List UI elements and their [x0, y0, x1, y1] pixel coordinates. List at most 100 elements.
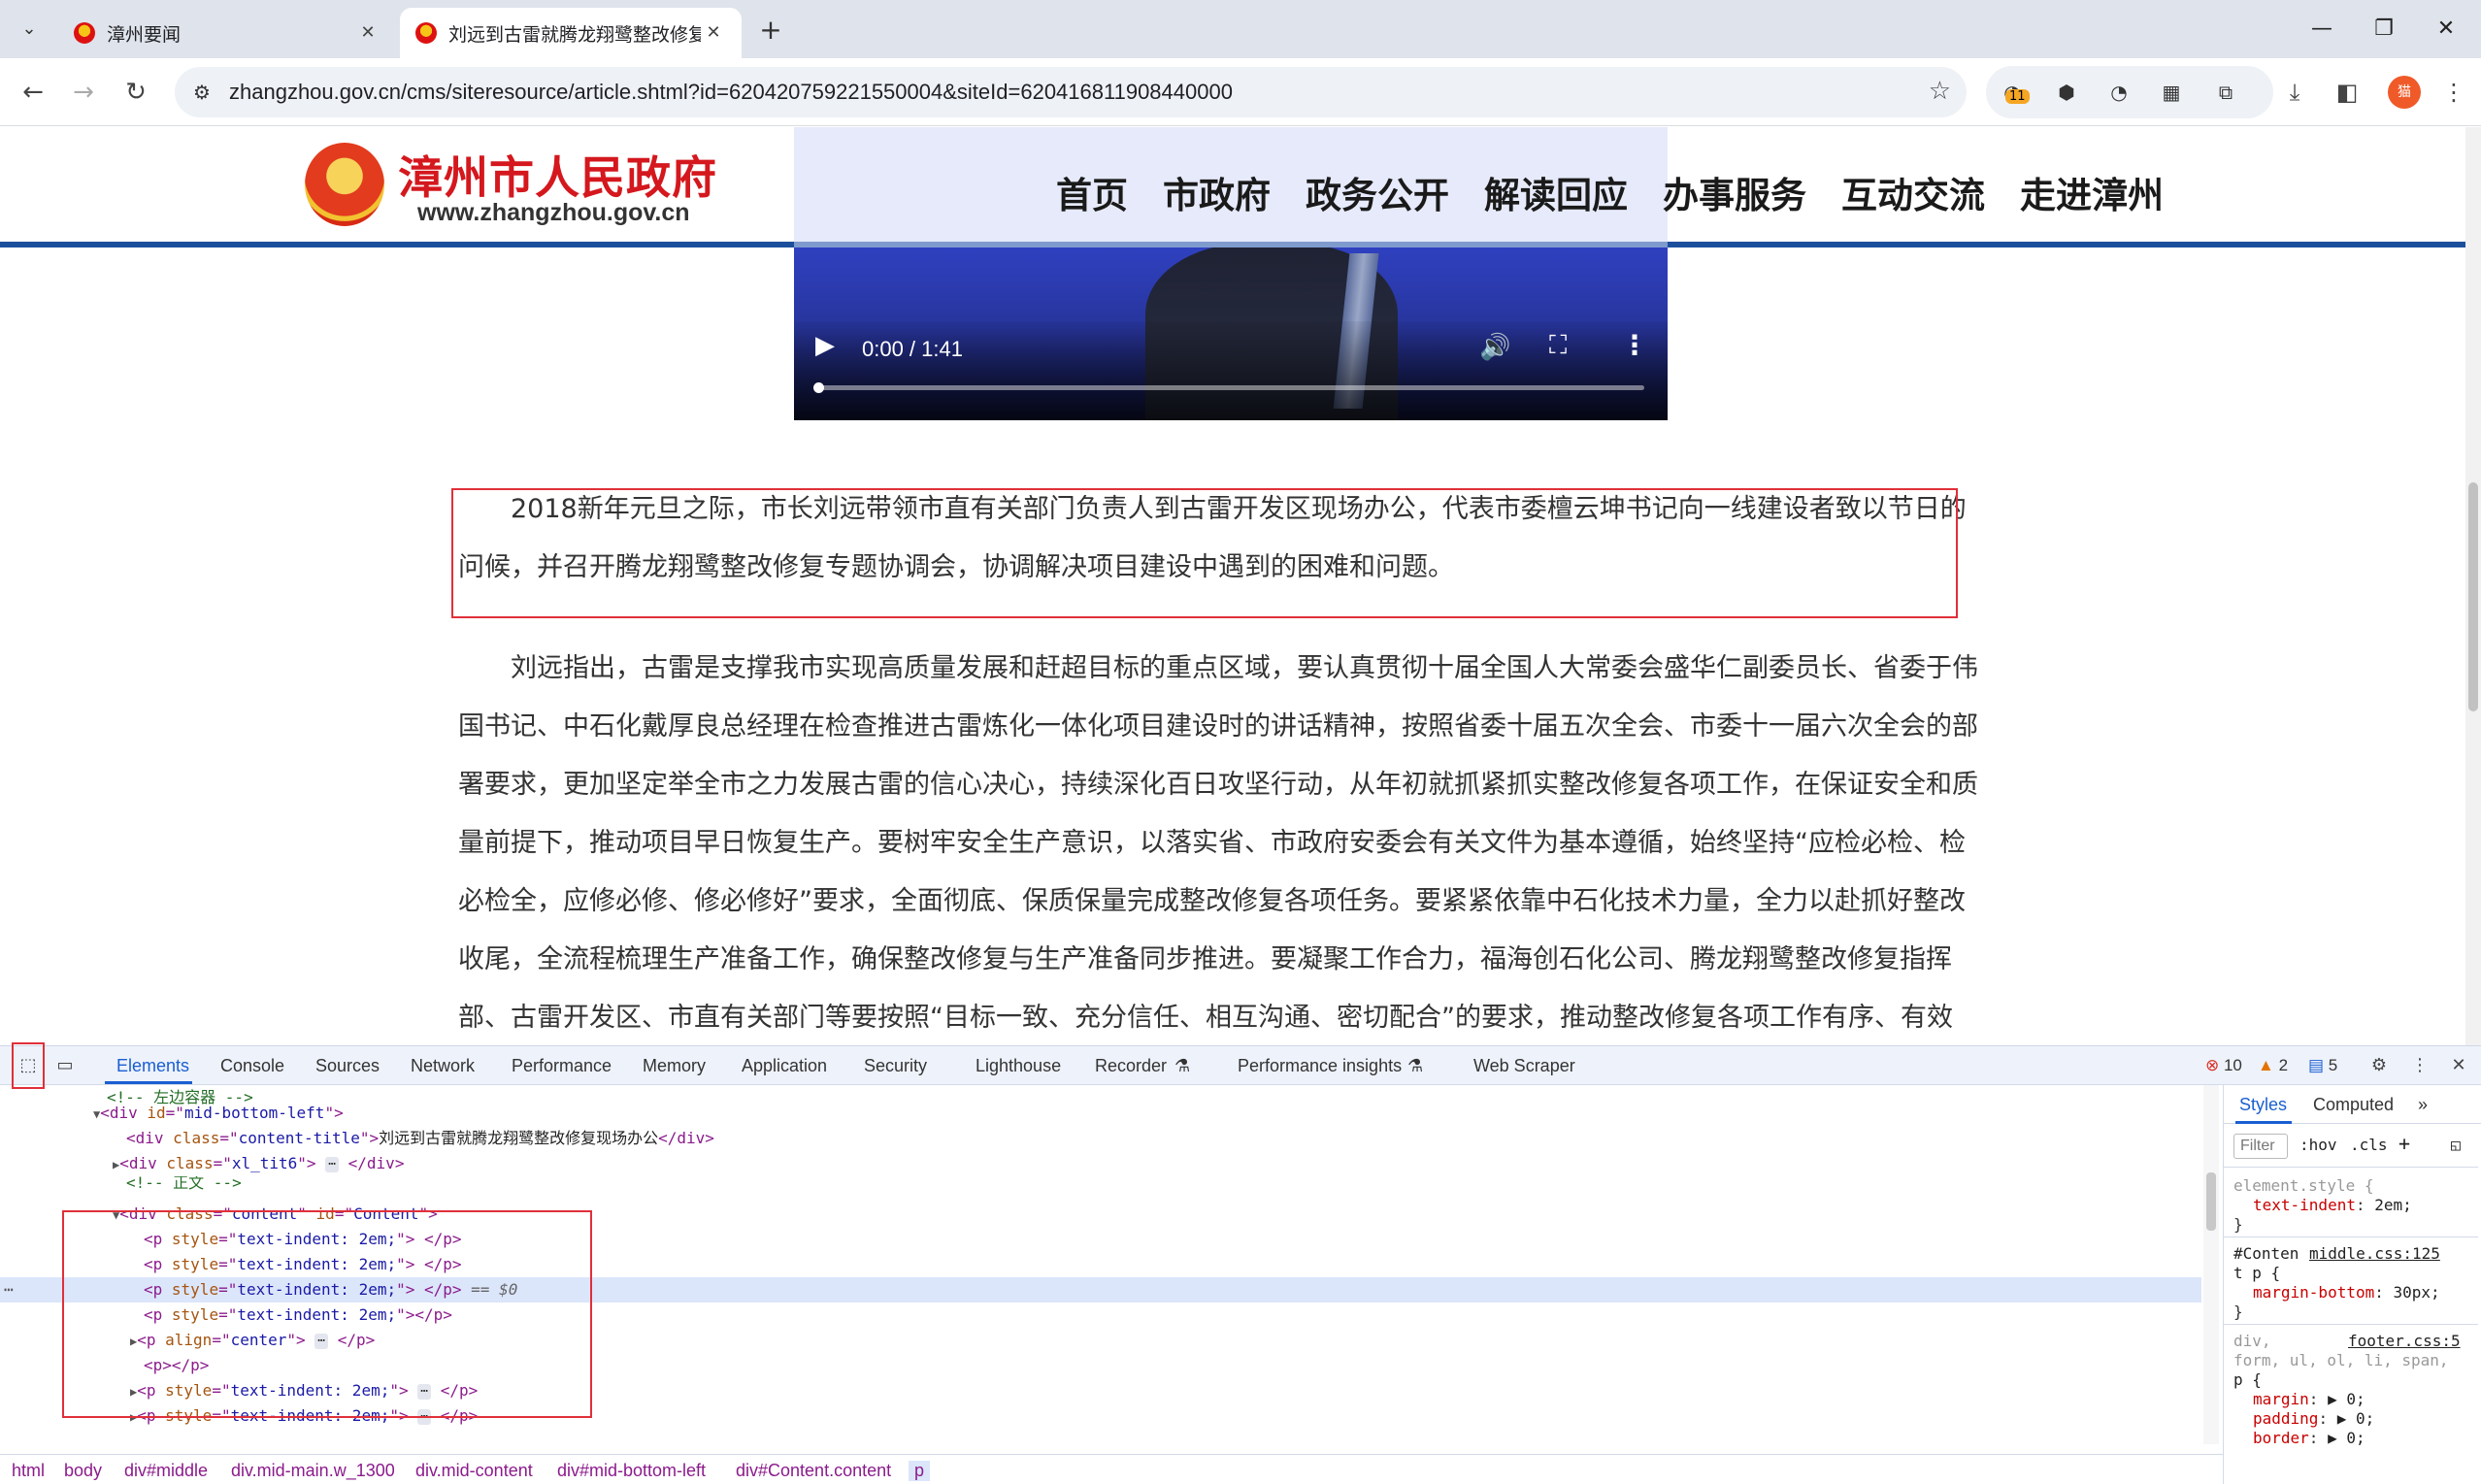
device-toolbar-icon[interactable]: ▭: [52, 1054, 78, 1077]
settings-gear-icon[interactable]: ⚙: [2366, 1054, 2392, 1077]
devtools-tab-network[interactable]: Network: [411, 1056, 475, 1076]
class-toggle-button[interactable]: .cls: [2350, 1136, 2388, 1154]
rule-selector: p {: [2233, 1370, 2262, 1389]
nav-item-government[interactable]: 市政府: [1163, 166, 1271, 218]
browser-menu-icon[interactable]: ⋮: [2436, 75, 2471, 110]
dom-tree-scrollbar[interactable]: [2203, 1085, 2219, 1444]
computed-tab[interactable]: Computed: [2313, 1095, 2394, 1115]
article-paragraph: 刘远指出，古雷是支撑我市实现高质量发展和赶超目标的重点区域，要认真贯彻十届全国人…: [458, 653, 1978, 1033]
bookmark-star-icon[interactable]: ☆: [1929, 77, 1951, 106]
devtools-tab-lighthouse[interactable]: Lighthouse: [976, 1056, 1061, 1076]
nav-item-services[interactable]: 办事服务: [1663, 166, 1806, 218]
breadcrumb-item[interactable]: div.mid-main.w_1300: [231, 1461, 395, 1481]
devtools-tab-web-scraper[interactable]: Web Scraper: [1473, 1056, 1575, 1076]
node-actions-icon[interactable]: ⋯: [4, 1277, 14, 1303]
dom-tree-scroll-thumb[interactable]: [2206, 1172, 2216, 1231]
national-emblem-icon[interactable]: [305, 143, 384, 226]
dom-node-mid-bottom-left[interactable]: ▼<div id="mid-bottom-left">: [93, 1101, 344, 1126]
breadcrumb-item[interactable]: div#mid-bottom-left: [557, 1461, 706, 1481]
error-count[interactable]: ⊗ 10: [2205, 1056, 2242, 1075]
devtools-tabbar: ⬚ ▭ Elements Console Sources Network Per…: [0, 1042, 2481, 1089]
nav-item-interpretation[interactable]: 解读回应: [1484, 166, 1628, 218]
rule-declaration[interactable]: margin: ▶ 0;: [2253, 1390, 2365, 1408]
video-progress-track[interactable]: [817, 385, 1644, 390]
rule-declaration[interactable]: padding: ▶ 0;: [2253, 1409, 2374, 1428]
reload-icon[interactable]: ↻: [116, 73, 155, 112]
dom-node-comment[interactable]: <!-- 正文 -->: [126, 1176, 242, 1190]
extensions-puzzle-icon[interactable]: ⧉: [2211, 78, 2240, 107]
dom-node-xl-tit6[interactable]: ▶<div class="xl_tit6"> ⋯ </div>: [113, 1151, 404, 1176]
fullscreen-icon[interactable]: ⛶: [1549, 331, 1567, 361]
devtools-tab-console[interactable]: Console: [220, 1056, 284, 1076]
url-text[interactable]: zhangzhou.gov.cn/cms/siteresource/articl…: [229, 80, 1233, 105]
extension-hex-icon[interactable]: ⬢: [2052, 78, 2081, 107]
breadcrumb-item-active[interactable]: p: [909, 1461, 931, 1481]
address-bar[interactable]: ⚙ zhangzhou.gov.cn/cms/siteresource/arti…: [175, 67, 1967, 117]
devtools-tab-elements[interactable]: Elements: [116, 1056, 189, 1076]
download-icon[interactable]: ⤓: [2277, 75, 2312, 110]
nav-item-interaction[interactable]: 互动交流: [1841, 166, 1985, 218]
styles-filter-input[interactable]: Filter: [2233, 1134, 2288, 1159]
stylesheet-link[interactable]: footer.css:5: [2348, 1332, 2461, 1350]
restore-icon[interactable]: ❐: [2355, 10, 2413, 49]
rule-selector: div,: [2233, 1332, 2271, 1350]
extension-qr-icon[interactable]: ▦: [2157, 78, 2186, 107]
side-panel-icon[interactable]: ◧: [2330, 75, 2365, 110]
message-count[interactable]: ▤ 5: [2308, 1056, 2337, 1075]
hover-state-button[interactable]: :hov: [2299, 1136, 2337, 1154]
back-arrow-icon[interactable]: ←: [14, 73, 52, 112]
tab-close-icon[interactable]: ✕: [701, 20, 726, 46]
volume-icon[interactable]: 🔊: [1479, 333, 1510, 362]
devtools-tab-memory[interactable]: Memory: [643, 1056, 706, 1076]
video-progress-handle[interactable]: [813, 382, 824, 393]
video-more-icon[interactable]: ⋮: [1621, 329, 1648, 361]
rule-declaration[interactable]: margin-bottom: 30px;: [2253, 1283, 2440, 1302]
nav-item-public-affairs[interactable]: 政务公开: [1306, 166, 1449, 218]
article-paragraph: 2018新年元旦之际，市长刘远带领市直有关部门负责人到古雷开发区现场办公，代表市…: [458, 494, 1967, 582]
close-brace: }: [2233, 1303, 2243, 1321]
computed-sidebar-icon[interactable]: ◱: [2451, 1136, 2461, 1154]
site-info-icon[interactable]: ⚙: [188, 79, 215, 106]
devtools-tab-sources[interactable]: Sources: [315, 1056, 380, 1076]
site-logo-text[interactable]: 漳州市人民政府: [398, 143, 717, 207]
rule-selector: t p {: [2233, 1264, 2281, 1282]
tab-close-icon[interactable]: ✕: [355, 20, 380, 46]
devtools-tab-security[interactable]: Security: [864, 1056, 927, 1076]
more-tabs-icon[interactable]: »: [2418, 1095, 2428, 1115]
nav-item-about-zhangzhou[interactable]: 走进漳州: [2020, 166, 2164, 218]
new-style-rule-icon[interactable]: +: [2398, 1132, 2410, 1155]
breadcrumb-item[interactable]: html: [12, 1461, 45, 1481]
devtools-tab-recorder[interactable]: Recorder: [1095, 1056, 1167, 1076]
devtools-close-icon[interactable]: ✕: [2446, 1054, 2471, 1077]
dom-node-content-title[interactable]: <div class="content-title">刘远到古雷就腾龙翔鹭整改修…: [126, 1126, 714, 1151]
devtools-tab-application[interactable]: Application: [742, 1056, 827, 1076]
page-scroll-thumb[interactable]: [2468, 482, 2478, 711]
rule-declaration[interactable]: border: ▶ 0;: [2253, 1429, 2365, 1447]
breadcrumb-item[interactable]: div.mid-content: [415, 1461, 533, 1481]
extension-chart-icon[interactable]: ◔: [2104, 78, 2134, 107]
stylesheet-link[interactable]: middle.css:125: [2309, 1244, 2440, 1263]
window-close-icon[interactable]: ✕: [2417, 10, 2475, 49]
styles-tab[interactable]: Styles: [2239, 1095, 2287, 1115]
devtools-tab-performance-insights[interactable]: Performance insights: [1238, 1056, 1402, 1076]
rule-selector: #Conten: [2233, 1244, 2299, 1263]
breadcrumb-item[interactable]: div#middle: [124, 1461, 208, 1481]
inspect-element-icon[interactable]: ⬚: [16, 1054, 41, 1077]
breadcrumb-item[interactable]: body: [64, 1461, 102, 1481]
play-icon[interactable]: ▶: [815, 331, 844, 360]
forward-arrow-icon[interactable]: →: [64, 73, 103, 112]
site-logo-domain[interactable]: www.zhangzhou.gov.cn: [417, 199, 690, 227]
tab-active[interactable]: 刘远到古雷就腾龙翔鹭整改修复 ✕: [400, 8, 742, 58]
devtools-tab-performance[interactable]: Performance: [512, 1056, 612, 1076]
minimize-icon[interactable]: —: [2293, 10, 2351, 49]
profile-avatar[interactable]: 猫: [2388, 76, 2421, 109]
tab-search-chevron-icon[interactable]: ⌄: [14, 14, 45, 45]
nav-item-home[interactable]: 首页: [1056, 166, 1128, 218]
active-tab-underline: [105, 1081, 192, 1084]
devtools-menu-icon[interactable]: ⋮: [2407, 1054, 2432, 1077]
breadcrumb-item[interactable]: div#Content.content: [736, 1461, 891, 1481]
warning-count[interactable]: ▲ 2: [2258, 1056, 2288, 1075]
tab-inactive[interactable]: 漳州要闻 ✕: [58, 8, 396, 58]
new-tab-plus-icon[interactable]: +: [753, 14, 788, 49]
element-style-declaration[interactable]: text-indent: 2em;: [2253, 1196, 2412, 1214]
